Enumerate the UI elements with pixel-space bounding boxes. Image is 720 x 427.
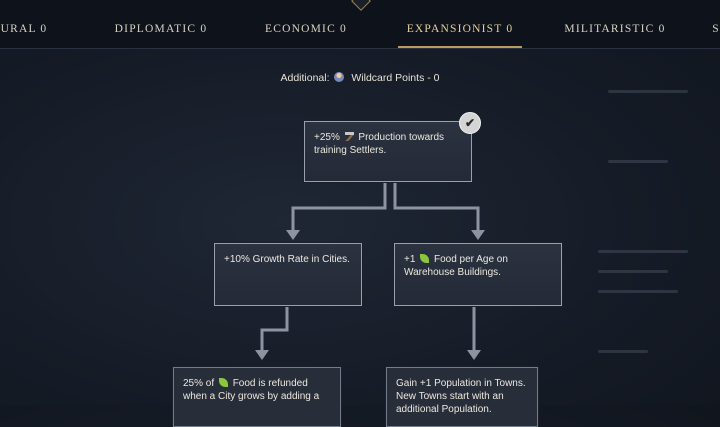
bottom-right-text: Gain +1 Population in Towns. New Towns s…	[396, 378, 526, 415]
tree-connectors	[255, 182, 485, 360]
checkmark-icon: ✔	[459, 112, 481, 134]
bottom-left-prefix: 25% of	[183, 378, 215, 389]
node-bottom-right[interactable]: Gain +1 Population in Towns. New Towns s…	[386, 367, 538, 427]
right-prefix: +1	[404, 254, 416, 265]
production-hammer-icon	[344, 132, 354, 141]
node-left[interactable]: +10% Growth Rate in Cities.	[214, 243, 362, 306]
left-text: +10% Growth Rate in Cities.	[224, 254, 350, 265]
food-leaf-icon	[218, 378, 228, 387]
food-leaf-icon	[420, 254, 430, 263]
node-bottom-left[interactable]: 25% of Food is refunded when a City grow…	[173, 367, 341, 427]
root-prefix: +25%	[314, 132, 340, 143]
node-right[interactable]: +1 Food per Age on Warehouse Buildings.	[394, 243, 562, 306]
node-root[interactable]: +25% Production towards training Settler…	[304, 112, 481, 182]
